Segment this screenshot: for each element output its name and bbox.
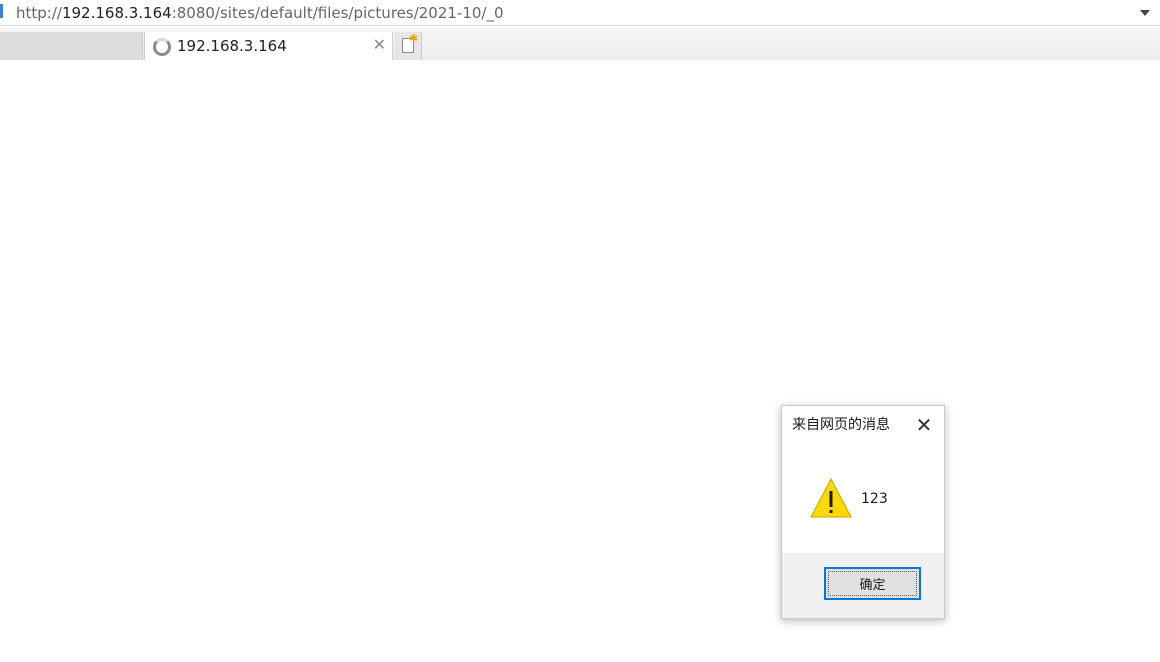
- tab-strip: 192.168.3.164 ✕ ✱: [0, 27, 1160, 60]
- url-scheme: http://: [16, 4, 62, 22]
- url-path: :8080/sites/default/files/pictures/2021-…: [171, 4, 504, 22]
- warning-icon: [810, 477, 852, 518]
- ok-button[interactable]: 确定: [824, 567, 921, 600]
- sparkle-icon: ✱: [409, 32, 419, 45]
- address-bar[interactable]: http://192.168.3.164:8080/sites/default/…: [0, 0, 1160, 26]
- alert-dialog: 来自网页的消息 ✕ 123 确定: [781, 405, 945, 619]
- tab-active[interactable]: 192.168.3.164 ✕: [144, 32, 393, 60]
- dialog-message: 123: [861, 491, 888, 507]
- site-icon: [0, 4, 3, 18]
- tab-background[interactable]: [0, 32, 143, 60]
- close-icon[interactable]: ✕: [914, 415, 934, 435]
- dialog-title: 来自网页的消息: [792, 417, 890, 433]
- url-host: 192.168.3.164: [61, 4, 172, 22]
- close-icon[interactable]: ✕: [373, 36, 386, 54]
- url-text[interactable]: http://192.168.3.164:8080/sites/default/…: [16, 4, 504, 22]
- dialog-footer: 确定: [782, 553, 944, 618]
- chevron-down-icon[interactable]: [1140, 10, 1150, 16]
- tab-title: 192.168.3.164: [177, 37, 287, 55]
- new-tab-button[interactable]: ✱: [394, 32, 422, 60]
- loading-spinner-icon: [153, 38, 171, 56]
